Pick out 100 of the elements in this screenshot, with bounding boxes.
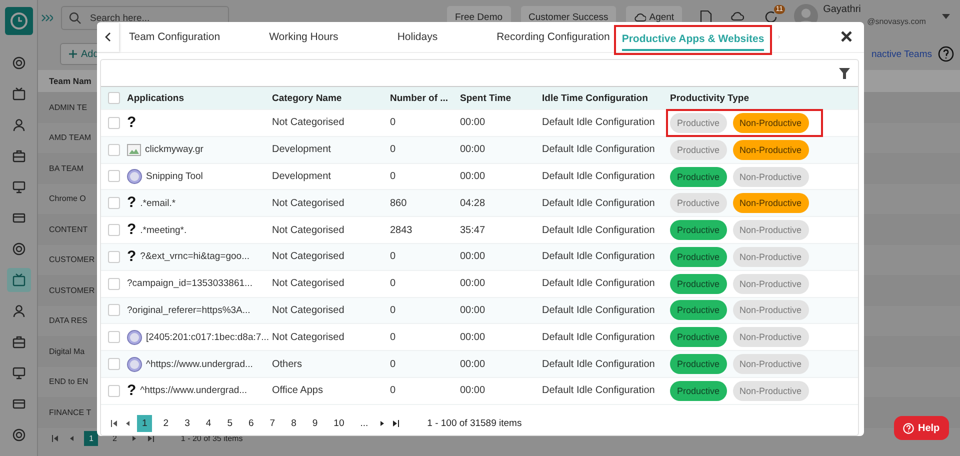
filter-icon[interactable] xyxy=(839,68,850,78)
count-cell-text: 0 xyxy=(390,170,397,182)
team-name: AMD TEAM xyxy=(48,133,92,142)
row-checkbox[interactable] xyxy=(108,358,120,370)
app-name: clickmyway.gr xyxy=(145,144,204,156)
productivity-toggle[interactable]: Productive xyxy=(670,193,727,214)
help-icon[interactable] xyxy=(938,46,954,62)
app-name: ^https://www.undergrad... xyxy=(146,358,253,370)
team-name: BA TEAM xyxy=(48,164,84,173)
productivity-toggle[interactable]: Productive xyxy=(670,300,727,320)
category-cell-text: Not Categorised xyxy=(272,117,346,128)
time-cell-text: 00:00 xyxy=(460,170,486,182)
row-checkbox[interactable] xyxy=(108,331,120,344)
page-button[interactable]: 8 xyxy=(286,414,302,432)
last-page-icon[interactable] xyxy=(392,420,400,426)
tab[interactable]: Productive Apps & Websites xyxy=(614,25,772,55)
cloud-icon[interactable] xyxy=(730,10,744,22)
idle-config-cell-text: Default Idle Configuration xyxy=(542,117,656,128)
productivity-toggle[interactable]: Non-Productive xyxy=(732,274,809,294)
productivity-toggle[interactable]: Productive xyxy=(670,274,727,294)
row-checkbox[interactable] xyxy=(108,197,120,210)
productivity-toggle[interactable]: Non-Productive xyxy=(732,220,809,240)
productivity-toggle[interactable]: Productive xyxy=(670,246,727,267)
tab[interactable]: Holidays xyxy=(395,22,440,52)
productivity-toggle[interactable]: Productive xyxy=(670,354,727,374)
user-email: @snovasys.com xyxy=(866,17,926,26)
column-header: Applications xyxy=(127,92,186,104)
row-checkbox[interactable] xyxy=(108,278,120,290)
productivity-toggle[interactable]: Productive xyxy=(670,140,727,160)
time-cell-text: 00:00 xyxy=(460,332,486,343)
row-checkbox[interactable] xyxy=(108,304,120,316)
team-name: END to EN xyxy=(48,377,88,386)
page-button[interactable]: 5 xyxy=(222,414,238,432)
question-mark-icon: ? xyxy=(127,248,136,265)
count-cell-text: 2843 xyxy=(390,224,414,236)
productivity-toggle[interactable]: Non-Productive xyxy=(732,300,809,320)
globe-icon xyxy=(127,330,142,345)
page-button[interactable]: 4 xyxy=(200,414,216,432)
monitor-icon xyxy=(12,366,26,380)
team-name: CUSTOMER xyxy=(48,286,95,295)
category-cell-text: Office Apps xyxy=(272,385,324,396)
productivity-toggle[interactable]: Non-Productive xyxy=(732,166,809,186)
row-checkbox[interactable] xyxy=(108,170,120,182)
refresh-icon[interactable] xyxy=(764,10,778,24)
productivity-toggle[interactable]: Non-Productive xyxy=(732,380,809,401)
idle-config-cell-text: Default Idle Configuration xyxy=(542,332,656,343)
search-icon xyxy=(69,12,81,24)
category-cell-text: Not Categorised xyxy=(272,224,346,236)
page-button[interactable]: 10 xyxy=(328,414,350,432)
productivity-toggle[interactable]: Productive xyxy=(670,166,727,186)
last-page-icon[interactable] xyxy=(146,434,154,442)
productivity-toggle[interactable]: Productive xyxy=(670,112,727,133)
page-button[interactable]: 2 xyxy=(158,414,174,432)
productivity-toggle[interactable]: Non-Productive xyxy=(732,354,809,374)
sidebar-item[interactable] xyxy=(6,268,30,292)
productivity-toggle[interactable]: Productive xyxy=(670,220,727,240)
page-button[interactable]: 7 xyxy=(264,414,280,432)
row-checkbox[interactable] xyxy=(108,224,120,236)
first-page-icon[interactable] xyxy=(111,420,118,426)
page-button[interactable]: 1 xyxy=(84,430,98,446)
next-page-icon[interactable] xyxy=(379,420,386,426)
scroll-left-button[interactable] xyxy=(97,22,119,52)
idle-config-cell-text: Default Idle Configuration xyxy=(542,304,656,316)
productivity-toggle[interactable]: Non-Productive xyxy=(732,327,809,348)
count-cell-text: 0 xyxy=(390,304,397,316)
time-cell-text: 00:00 xyxy=(460,144,486,156)
card-icon xyxy=(12,211,26,225)
clock-logo-icon[interactable] xyxy=(4,7,32,35)
productivity-toggle[interactable]: Productive xyxy=(670,380,727,401)
page-button[interactable]: 1 xyxy=(137,414,152,432)
select-all-checkbox[interactable] xyxy=(108,92,120,104)
row-checkbox[interactable] xyxy=(108,384,120,397)
page-button[interactable]: 6 xyxy=(243,414,259,432)
productivity-toggle[interactable]: Non-Productive xyxy=(732,140,809,160)
category-cell-text: Not Categorised xyxy=(272,304,346,316)
briefcase-icon xyxy=(12,335,26,349)
row-checkbox[interactable] xyxy=(108,144,120,156)
team-name: Chrome O xyxy=(48,194,86,204)
previous-page-icon[interactable] xyxy=(68,434,75,442)
caret-icon[interactable] xyxy=(942,14,950,19)
page-button[interactable]: ... xyxy=(355,414,374,432)
column-header: Team Nam xyxy=(48,76,92,86)
count-cell-text: 0 xyxy=(390,117,397,128)
idle-config-cell-text: Default Idle Configuration xyxy=(542,278,656,290)
productivity-toggle[interactable]: Non-Productive xyxy=(732,246,809,267)
category-cell-text: Not Categorised xyxy=(272,278,346,290)
productivity-toggle[interactable]: Non-Productive xyxy=(732,193,809,214)
row-checkbox[interactable] xyxy=(108,116,120,129)
page-button[interactable]: 3 xyxy=(180,414,195,432)
tab[interactable]: Working Hours xyxy=(267,22,340,52)
row-checkbox[interactable] xyxy=(108,250,120,263)
page-button[interactable]: 9 xyxy=(307,414,323,432)
productivity-toggle[interactable]: Non-Productive xyxy=(732,112,809,133)
monitor-icon xyxy=(12,180,26,194)
help-button[interactable]: Help xyxy=(894,416,949,440)
close-icon xyxy=(841,30,852,42)
productivity-toggle[interactable]: Productive xyxy=(670,327,727,348)
previous-page-icon[interactable] xyxy=(124,420,131,426)
briefcase-icon xyxy=(12,149,26,163)
first-page-icon[interactable] xyxy=(52,434,59,442)
